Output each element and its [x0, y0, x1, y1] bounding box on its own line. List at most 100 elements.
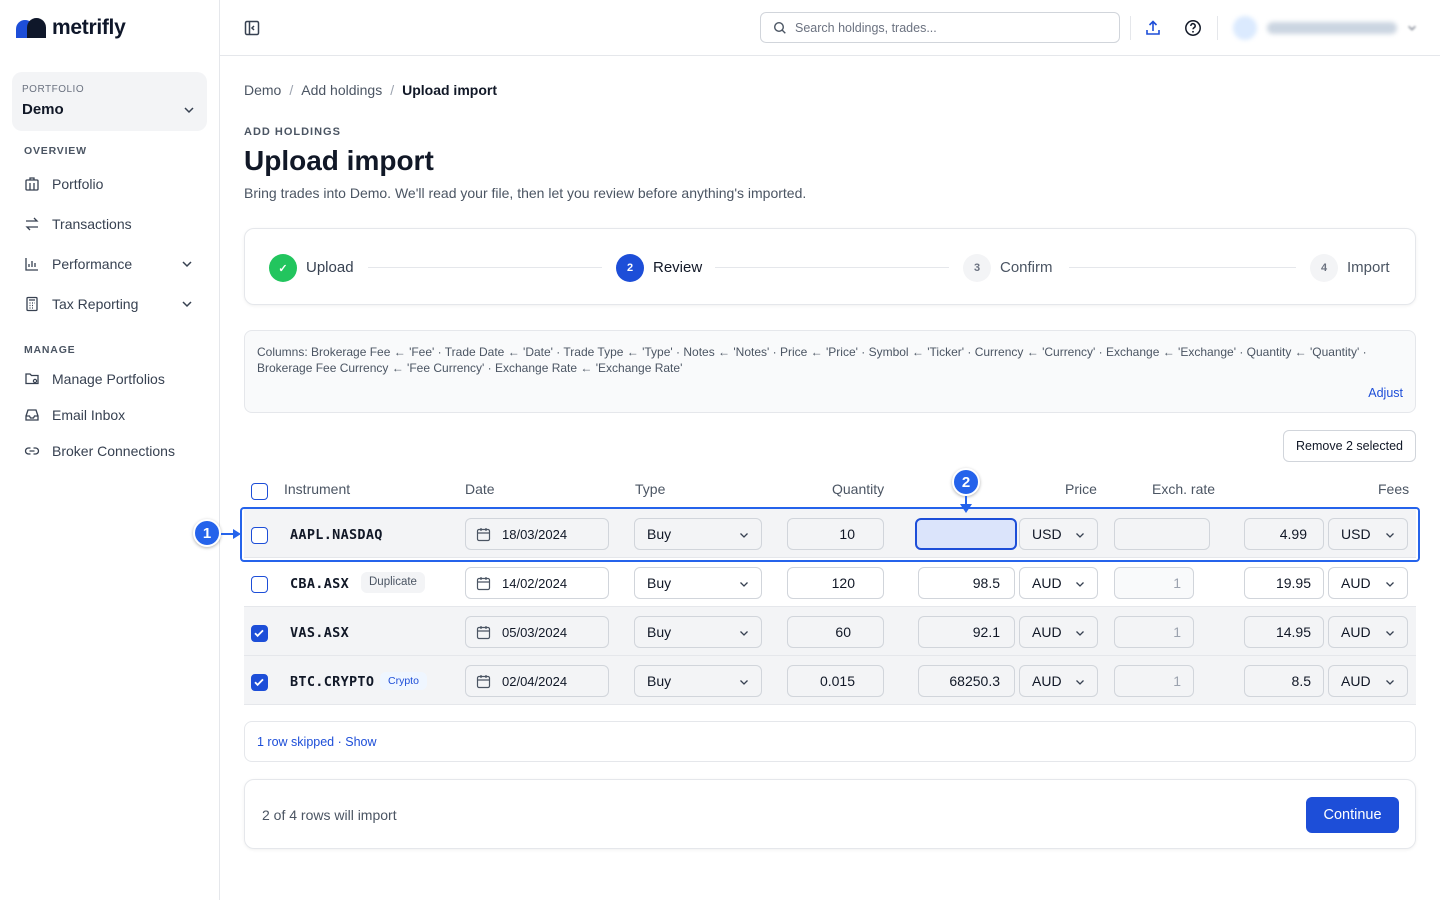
- sidebar-item-label: Email Inbox: [52, 407, 126, 423]
- type-value: Buy: [647, 575, 672, 591]
- step-import-number: 4: [1310, 254, 1338, 282]
- chevron-down-icon: [1386, 582, 1394, 587]
- exchange-rate-input: 1: [1114, 665, 1194, 697]
- step-review-label: Review: [653, 259, 703, 276]
- fees-input[interactable]: 19.95: [1244, 567, 1324, 599]
- chevron-down-icon: [740, 533, 748, 538]
- quantity-input[interactable]: 10: [787, 518, 884, 550]
- column-mapping-text: Columns: Brokerage Fee ← 'Fee' · Trade D…: [257, 345, 1367, 375]
- chevron-down-icon: [182, 261, 192, 268]
- fee-currency-value: USD: [1341, 526, 1371, 542]
- annotation-marker-2: 2: [952, 468, 980, 496]
- price-currency-select[interactable]: AUD: [1019, 665, 1098, 697]
- search-box[interactable]: [760, 12, 1120, 43]
- section-label-overview: OVERVIEW: [24, 145, 87, 157]
- sidebar-item-manage-portfolios[interactable]: Manage Portfolios: [12, 361, 207, 397]
- sidebar-item-broker-connections[interactable]: Broker Connections: [12, 433, 207, 469]
- sidebar-item-transactions[interactable]: Transactions: [12, 206, 207, 242]
- table-row: BTC.CRYPTO Crypto 02/04/2024 Buy 0.015 6…: [244, 656, 1416, 705]
- bar-chart-icon: [25, 258, 38, 271]
- price-input[interactable]: 98.5: [918, 567, 1015, 599]
- sidebar-item-portfolio[interactable]: Portfolio: [12, 166, 207, 202]
- date-field[interactable]: 18/03/2024: [465, 518, 609, 550]
- row-checkbox[interactable]: [251, 576, 268, 593]
- fee-currency-value: AUD: [1341, 624, 1371, 640]
- calendar-icon: [476, 675, 491, 689]
- price-input[interactable]: 68250.3: [918, 665, 1015, 697]
- exchange-rate-value: 1: [1173, 673, 1181, 689]
- fees-input[interactable]: 4.99: [1244, 518, 1324, 550]
- fee-currency-select[interactable]: AUD: [1328, 665, 1408, 697]
- price-value: 92.1: [972, 624, 1000, 640]
- sidebar-item-label: Tax Reporting: [52, 296, 139, 312]
- search-icon: [773, 21, 786, 34]
- fee-currency-select[interactable]: AUD: [1328, 616, 1408, 648]
- quantity-value: 120: [831, 575, 855, 591]
- step-confirm-label: Confirm: [1000, 259, 1053, 276]
- checkmark-icon: [254, 629, 264, 638]
- fee-currency-value: AUD: [1341, 673, 1371, 689]
- skipped-rows-toggle[interactable]: 1 row skipped · Show: [244, 721, 1416, 762]
- chevron-down-icon: [740, 582, 748, 587]
- breadcrumb-link-demo[interactable]: Demo: [244, 82, 281, 98]
- breadcrumb-link-add-holdings[interactable]: Add holdings: [301, 82, 382, 98]
- table-row: VAS.ASX 05/03/2024 Buy 60 92.1 AUD 1 14.…: [244, 607, 1416, 656]
- portfolio-selector-value: Demo: [22, 101, 64, 118]
- price-currency-select[interactable]: AUD: [1019, 616, 1098, 648]
- fee-currency-select[interactable]: AUD: [1328, 567, 1408, 599]
- remove-selected-button[interactable]: Remove 2 selected: [1283, 430, 1416, 462]
- type-select[interactable]: Buy: [634, 567, 762, 599]
- exchange-rate-input[interactable]: [1114, 518, 1210, 550]
- building-icon: [25, 177, 39, 191]
- table-row: CBA.ASX Duplicate 14/02/2024 Buy 120 98.…: [244, 558, 1416, 607]
- fee-currency-select[interactable]: USD: [1328, 518, 1408, 550]
- adjust-mapping-link[interactable]: Adjust: [1368, 386, 1403, 400]
- chevron-down-icon: [1076, 582, 1084, 587]
- row-checkbox-checked[interactable]: [251, 625, 268, 642]
- price-input[interactable]: 92.1: [918, 616, 1015, 648]
- type-select[interactable]: Buy: [634, 665, 762, 697]
- chevron-down-icon: [1386, 631, 1394, 636]
- chevron-down-icon: [740, 680, 748, 685]
- upload-icon[interactable]: [1143, 18, 1163, 38]
- date-value: 18/03/2024: [502, 526, 568, 542]
- type-select[interactable]: Buy: [634, 518, 762, 550]
- price-value: 68250.3: [949, 673, 1000, 689]
- sidebar-toggle-icon[interactable]: [242, 18, 262, 38]
- fee-currency-value: AUD: [1341, 575, 1371, 591]
- row-checkbox[interactable]: [251, 527, 268, 544]
- price-currency-select[interactable]: AUD: [1019, 567, 1098, 599]
- calendar-icon: [476, 528, 491, 542]
- date-field[interactable]: 14/02/2024: [465, 567, 609, 599]
- date-field[interactable]: 02/04/2024: [465, 665, 609, 697]
- exchange-rate-value: 1: [1173, 575, 1181, 591]
- fees-input[interactable]: 8.5: [1244, 665, 1324, 697]
- fees-input[interactable]: 14.95: [1244, 616, 1324, 648]
- continue-button[interactable]: Continue: [1306, 797, 1399, 833]
- search-input[interactable]: [795, 20, 1095, 35]
- portfolio-selector[interactable]: PORTFOLIO Demo: [12, 72, 207, 131]
- select-all-checkbox[interactable]: [251, 483, 268, 500]
- step-import-label: Import: [1347, 259, 1390, 276]
- breadcrumb-separator: /: [390, 82, 395, 98]
- type-select[interactable]: Buy: [634, 616, 762, 648]
- quantity-input[interactable]: 120: [787, 567, 884, 599]
- column-header-type: Type: [635, 481, 666, 497]
- step-review-number: 2: [616, 254, 644, 282]
- brand-logo[interactable]: metrifly: [16, 16, 126, 40]
- sidebar-item-email-inbox[interactable]: Email Inbox: [12, 397, 207, 433]
- instrument-symbol: CBA.ASX: [290, 576, 349, 592]
- quantity-input[interactable]: 0.015: [787, 665, 884, 697]
- step-upload-check-icon: ✓: [269, 254, 297, 282]
- sidebar-item-performance[interactable]: Performance: [12, 246, 207, 282]
- price-currency-select[interactable]: USD: [1019, 518, 1098, 550]
- row-checkbox-checked[interactable]: [251, 674, 268, 691]
- help-icon[interactable]: [1183, 18, 1203, 38]
- calendar-icon: [476, 626, 491, 640]
- user-menu[interactable]: [1233, 14, 1418, 42]
- quantity-input[interactable]: 60: [787, 616, 884, 648]
- sidebar-item-tax-reporting[interactable]: Tax Reporting: [12, 286, 207, 322]
- price-input[interactable]: [915, 518, 1017, 550]
- swap-arrows-icon: [25, 217, 39, 231]
- date-field[interactable]: 05/03/2024: [465, 616, 609, 648]
